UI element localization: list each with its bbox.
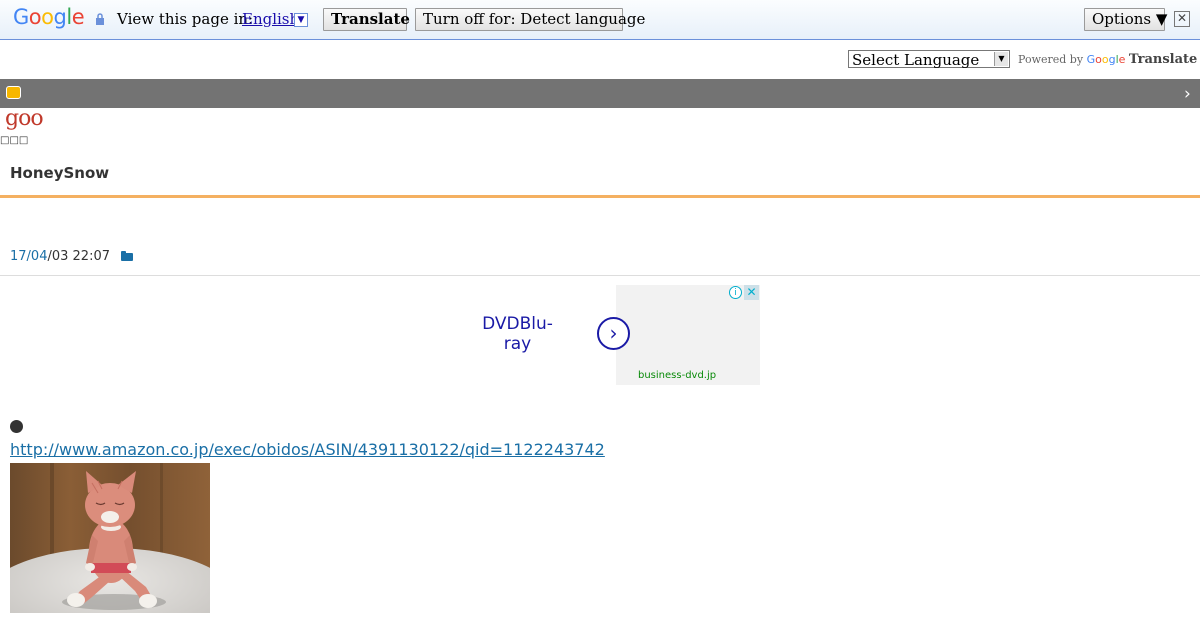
- post-date-link[interactable]: 17/04: [10, 249, 47, 264]
- missing-glyphs-text: □□□: [0, 135, 29, 146]
- info-icon[interactable]: i: [729, 286, 742, 299]
- turn-off-button[interactable]: Turn off for: Detect language: [415, 8, 645, 31]
- post-divider: [0, 275, 1200, 276]
- language-select-value: Select Language: [852, 51, 980, 69]
- tv-icon[interactable]: [6, 86, 21, 99]
- title-divider: [0, 195, 1200, 198]
- translate-button[interactable]: Translate: [323, 8, 410, 31]
- post-date: 17/04/03 22:07: [10, 249, 110, 264]
- view-page-in-label: View this page in:: [117, 10, 254, 28]
- lock-icon: [96, 13, 104, 25]
- chevron-down-icon: ▼: [994, 52, 1008, 66]
- powered-by-google-translate[interactable]: Powered by Google Translate: [1018, 52, 1197, 67]
- close-icon[interactable]: ✕: [1174, 11, 1190, 27]
- language-dropdown-icon[interactable]: ▼: [294, 13, 308, 27]
- chevron-right-icon[interactable]: ›: [1184, 84, 1191, 104]
- advertisement[interactable]: DVDBlu-ray › business-dvd.jp i ✕: [469, 285, 760, 385]
- language-select[interactable]: Select Language ▼: [848, 50, 1010, 69]
- folder-icon[interactable]: [121, 251, 133, 261]
- post-date-time: /03 22:07: [47, 249, 110, 264]
- google-translate-bar: Google View this page in: English ▼ Tran…: [0, 0, 1200, 40]
- close-icon[interactable]: ✕: [744, 285, 759, 300]
- language-link[interactable]: English: [242, 10, 299, 28]
- bullet-icon: [10, 420, 23, 433]
- chevron-right-icon[interactable]: ›: [597, 317, 630, 350]
- ad-domain[interactable]: business-dvd.jp: [638, 370, 716, 381]
- google-small-logo: Google: [1086, 53, 1126, 66]
- blog-title[interactable]: HoneySnow: [10, 164, 109, 182]
- goo-logo[interactable]: goo: [5, 106, 44, 131]
- ad-headline[interactable]: DVDBlu-ray: [469, 314, 566, 354]
- amazon-link[interactable]: http://www.amazon.co.jp/exec/obidos/ASIN…: [10, 440, 605, 459]
- site-nav-bar: ›: [0, 79, 1200, 108]
- options-button[interactable]: Options ▼: [1084, 8, 1167, 31]
- translate-label: Translate: [1128, 52, 1198, 67]
- crochet-cat-photo: [10, 463, 210, 613]
- powered-by-label: Powered by: [1018, 53, 1084, 66]
- google-logo: Google: [13, 5, 85, 29]
